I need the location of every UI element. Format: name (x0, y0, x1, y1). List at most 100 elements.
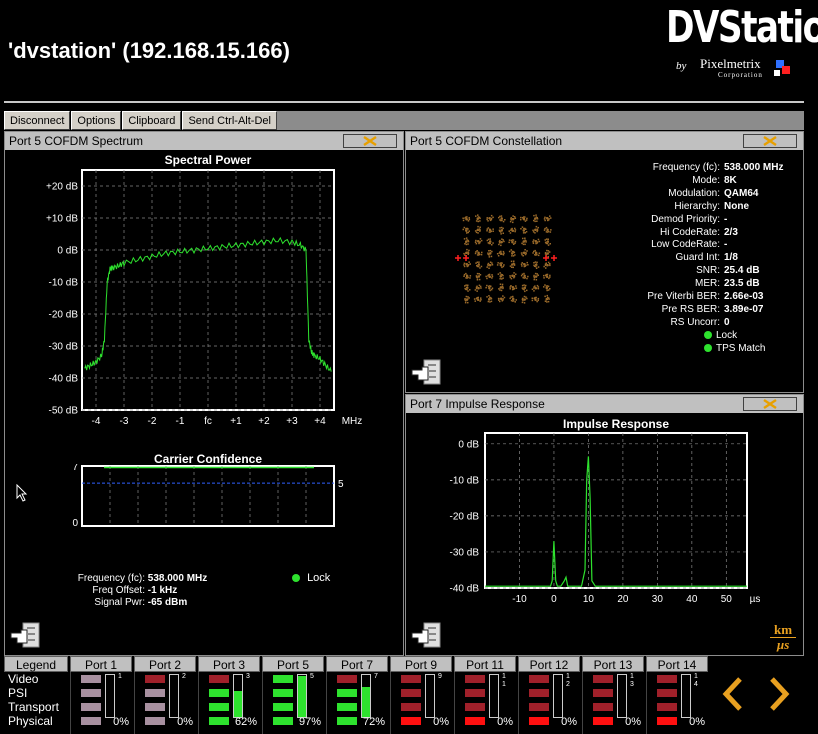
status-led (145, 703, 165, 711)
port-level-fill (298, 676, 306, 717)
port-level-meter (105, 674, 115, 718)
status-led (593, 717, 613, 725)
port-percentage: 62% (234, 716, 257, 728)
constellation-point (533, 272, 539, 281)
constellation-point (508, 227, 517, 234)
x-axis-unit: µs (750, 594, 761, 605)
port-status-port-3[interactable]: Port 3 3 62% (198, 656, 260, 734)
unit-us-label: µs (776, 637, 790, 652)
x-tick-label: 20 (617, 594, 629, 605)
status-led (209, 717, 229, 725)
spectrum-panel-header: Port 5 COFDM Spectrum (5, 132, 403, 150)
port-level-meter (169, 674, 179, 718)
status-led (145, 689, 165, 697)
status-led (81, 675, 101, 683)
y-tick-label: -40 dB (49, 374, 79, 385)
status-indicator-icon (704, 331, 712, 339)
status-led (273, 689, 293, 697)
constellation-point (520, 261, 529, 268)
close-icon (763, 399, 777, 409)
status-led (81, 717, 101, 725)
constellation-point (475, 261, 483, 269)
unit-km-label: km (770, 623, 796, 638)
status-led (657, 717, 677, 725)
toolbar-button-disconnect[interactable]: Disconnect (4, 111, 71, 130)
port-body: 2 0% (134, 672, 196, 734)
constellation-point (520, 216, 528, 222)
y-tick-label: +20 dB (46, 182, 78, 193)
port-status-port-14[interactable]: Port 14 1 4 0% (646, 656, 708, 734)
impulse-panel: Port 7 Impulse Response Impulse Response… (405, 394, 804, 656)
carrier-confidence-chart: 5 7 0 (72, 464, 344, 529)
port-meter-number: 9 (438, 673, 442, 680)
constellation-point (509, 215, 517, 224)
scroll-right-arrow-icon[interactable] (766, 676, 792, 712)
spectrum-panel-title: Port 5 COFDM Spectrum (9, 134, 144, 148)
port-status-port-5[interactable]: Port 5 5 97% (262, 656, 324, 734)
unit-toggle-button[interactable]: km µs (770, 623, 796, 653)
status-indicator-icon (704, 344, 712, 352)
status-led (337, 675, 357, 683)
y-tick-label: -10 dB (450, 475, 480, 486)
x-tick-label: -10 (512, 594, 527, 605)
constellation-point (486, 261, 494, 269)
pointing-hand-icon[interactable] (410, 358, 442, 386)
status-led (81, 703, 101, 711)
constellation-point (474, 238, 483, 245)
toolbar: Disconnect Options Clipboard Send Ctrl-Alt-… (4, 111, 278, 130)
port-status-port-7[interactable]: Port 7 7 72% (326, 656, 388, 734)
spectrum-lock-status: Lock (292, 572, 330, 584)
status-led (81, 689, 101, 697)
threshold-label: 5 (338, 479, 344, 490)
constellation-panel-title: Port 5 COFDM Constellation (410, 134, 563, 148)
x-axis-unit: MHz (342, 416, 363, 427)
port-status-port-1[interactable]: Port 1 1 0% (70, 656, 132, 734)
constellation-info-row: Pre Viterbi BER: 2.66e-03 (647, 291, 764, 302)
status-led (529, 689, 549, 697)
toolbar-button-clipboard[interactable]: Clipboard (122, 111, 182, 130)
constellation-point (521, 237, 527, 246)
x-tick-label: 50 (721, 594, 733, 605)
constellation-point (464, 295, 470, 304)
pointing-hand-icon[interactable] (9, 621, 41, 649)
port-name: Port 14 (646, 656, 708, 672)
status-led (209, 689, 229, 697)
constellation-close-button[interactable] (743, 134, 797, 148)
constellation-info-row: Modulation: QAM64 (668, 187, 759, 199)
port-level-meter (425, 674, 435, 718)
port-status-port-13[interactable]: Port 13 1 3 0% (582, 656, 644, 734)
constellation-point (544, 294, 550, 303)
x-tick-label: 30 (652, 594, 664, 605)
y-tick-label: -50 dB (49, 406, 79, 417)
scroll-left-arrow-icon[interactable] (720, 676, 746, 712)
port-meter-number: 1 2 (566, 673, 570, 688)
pointing-hand-icon[interactable] (410, 621, 442, 649)
port-level-fill (234, 690, 242, 717)
port-status-port-12[interactable]: Port 12 1 2 0% (518, 656, 580, 734)
constellation-info-row: Hi CodeRate: 2/3 (659, 226, 738, 238)
impulse-close-button[interactable] (743, 397, 797, 411)
status-led (465, 717, 485, 725)
spectrum-close-button[interactable] (343, 134, 397, 148)
port-status-port-2[interactable]: Port 2 2 0% (134, 656, 196, 734)
port-name: Port 1 (70, 656, 132, 672)
constellation-point (508, 239, 517, 245)
spectrum-panel: Port 5 COFDM Spectrum Spectral Power +20… (4, 131, 404, 656)
port-status-port-11[interactable]: Port 11 1 1 0% (454, 656, 516, 734)
spectrum-frequency: Frequency (fc): 538.000 MHz (77, 573, 208, 584)
toolbar-background (272, 111, 804, 130)
status-led (593, 703, 613, 711)
toolbar-button-send-ctrl-alt-del[interactable]: Send Ctrl-Alt-Del (182, 111, 277, 130)
constellation-point (497, 272, 504, 280)
port-meter-number: 5 (310, 673, 314, 680)
constellation-point (498, 215, 506, 223)
port-status-port-9[interactable]: Port 9 9 0% (390, 656, 452, 734)
carrier-plot-frame (81, 465, 335, 527)
port-percentage: 0% (177, 716, 193, 728)
toolbar-button-options[interactable]: Options (71, 111, 122, 130)
impulse-panel-header: Port 7 Impulse Response (406, 395, 803, 413)
x-tick-label: +1 (230, 416, 242, 427)
constellation-info-row: Demod Priority: - (651, 213, 728, 225)
constellation-info-row: SNR: 25.4 dB (696, 265, 760, 277)
port-level-meter (553, 674, 563, 718)
